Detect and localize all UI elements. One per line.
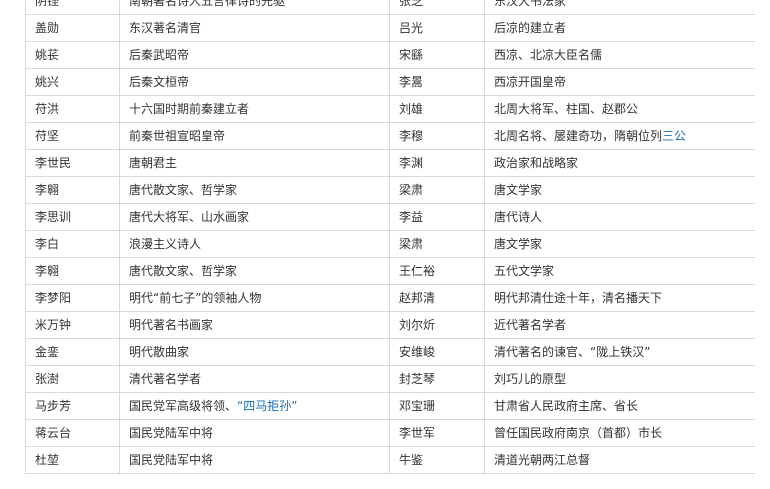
person-link[interactable]: 王仁裕	[389, 257, 485, 285]
table-row: 金銮 明代散曲家 安维峻 清代著名的谏官、“陇上铁汉”	[25, 338, 755, 366]
person-link[interactable]: 张澍	[25, 365, 120, 393]
san-gong-link[interactable]: 三公	[662, 129, 686, 143]
person-description: 明代“前七子”的领袖人物	[119, 284, 390, 312]
si-ma-ju-sun-link[interactable]: “四马拒孙”	[237, 399, 297, 413]
person-link[interactable]: 李暠	[389, 68, 485, 96]
person-link[interactable]: 梁肃	[389, 176, 485, 204]
table-row: 姚苌 后秦武昭帝 宋繇 西凉、北凉大臣名儒	[25, 41, 755, 69]
person-link[interactable]: 李翱	[25, 257, 120, 285]
person-link[interactable]: 李梦阳	[25, 284, 120, 312]
person-description: 东汉著名清官	[119, 14, 390, 42]
table-row: 李思训 唐代大将军、山水画家 李益 唐代诗人	[25, 203, 755, 231]
person-link[interactable]: 杜堃	[25, 446, 120, 474]
person-description: 南朝著名诗人五言律诗的先驱	[119, 0, 390, 15]
person-link[interactable]: 马步芳	[25, 392, 120, 420]
person-link[interactable]: 刘雄	[389, 95, 485, 123]
person-description: 五代文学家	[484, 257, 755, 285]
description-text: 北周名将、屡建奇功，隋朝位列	[494, 129, 663, 143]
table-row: 李白 浪漫主义诗人 梁肃 唐文学家	[25, 230, 755, 258]
table-row: 李梦阳 明代“前七子”的领袖人物 赵邦清 明代邦清仕途十年，清名播天下	[25, 284, 755, 312]
person-description: 国民党陆军中将	[119, 419, 390, 447]
person-description: 唐代诗人	[484, 203, 755, 231]
person-link[interactable]: 阴铿	[25, 0, 120, 15]
person-description: 十六国时期前秦建立者	[119, 95, 390, 123]
person-description: 浪漫主义诗人	[119, 230, 390, 258]
person-description: 国民党陆军中将	[119, 446, 390, 474]
person-link[interactable]: 米万钟	[25, 311, 120, 339]
table-row: 阴铿 南朝著名诗人五言律诗的先驱 张芝 东汉大书法家	[25, 0, 755, 15]
person-link[interactable]: 赵邦清	[389, 284, 485, 312]
person-description: 清代著名学者	[119, 365, 390, 393]
person-description: 后秦武昭帝	[119, 41, 390, 69]
person-description: 清代著名的谏官、“陇上铁汉”	[484, 338, 755, 366]
person-description: 甘肃省人民政府主席、省长	[484, 392, 755, 420]
table-row: 米万钟 明代著名书画家 刘尔炘 近代著名学者	[25, 311, 755, 339]
person-description: 国民党军高级将领、“四马拒孙”	[119, 392, 390, 420]
person-description: 北周名将、屡建奇功，隋朝位列三公	[484, 122, 755, 150]
table-row: 李翱 唐代散文家、哲学家 梁肃 唐文学家	[25, 176, 755, 204]
person-link[interactable]: 张芝	[389, 0, 485, 15]
person-link[interactable]: 李渊	[389, 149, 485, 177]
person-description: 西凉、北凉大臣名儒	[484, 41, 755, 69]
table-row: 蒋云台 国民党陆军中将 李世军 曾任国民政府南京（首都）市长	[25, 419, 755, 447]
person-description: 清道光朝两江总督	[484, 446, 755, 474]
person-description: 唐代大将军、山水画家	[119, 203, 390, 231]
person-link[interactable]: 李益	[389, 203, 485, 231]
description-text: 国民党军高级将领、	[129, 399, 238, 413]
table-row: 苻洪 十六国时期前秦建立者 刘雄 北周大将军、柱国、赵郡公	[25, 95, 755, 123]
person-link[interactable]: 邓宝珊	[389, 392, 485, 420]
person-link[interactable]: 刘尔炘	[389, 311, 485, 339]
table-row: 姚兴 后秦文桓帝 李暠 西凉开国皇帝	[25, 68, 755, 96]
person-link[interactable]: 李思训	[25, 203, 120, 231]
person-link[interactable]: 蒋云台	[25, 419, 120, 447]
person-description: 前秦世祖宣昭皇帝	[119, 122, 390, 150]
person-link[interactable]: 李白	[25, 230, 120, 258]
person-description: 明代著名书画家	[119, 311, 390, 339]
person-description: 后凉的建立者	[484, 14, 755, 42]
person-link[interactable]: 苻坚	[25, 122, 120, 150]
person-link[interactable]: 姚兴	[25, 68, 120, 96]
person-description: 唐文学家	[484, 176, 755, 204]
person-link[interactable]: 姚苌	[25, 41, 120, 69]
person-description: 东汉大书法家	[484, 0, 755, 15]
table-row: 杜堃 国民党陆军中将 牛鉴 清道光朝两江总督	[25, 446, 755, 474]
person-description: 明代邦清仕途十年，清名播天下	[484, 284, 755, 312]
person-link[interactable]: 牛鉴	[389, 446, 485, 474]
person-description: 唐代散文家、哲学家	[119, 176, 390, 204]
table-row: 苻坚 前秦世祖宣昭皇帝 李穆 北周名将、屡建奇功，隋朝位列三公	[25, 122, 755, 150]
person-link[interactable]: 李穆	[389, 122, 485, 150]
person-description: 唐朝君主	[119, 149, 390, 177]
person-link[interactable]: 安维峻	[389, 338, 485, 366]
person-description: 唐文学家	[484, 230, 755, 258]
person-link[interactable]: 李世军	[389, 419, 485, 447]
person-description: 唐代散文家、哲学家	[119, 257, 390, 285]
person-link[interactable]: 金銮	[25, 338, 120, 366]
person-description: 明代散曲家	[119, 338, 390, 366]
table-row: 李翱 唐代散文家、哲学家 王仁裕 五代文学家	[25, 257, 755, 285]
person-description: 政治家和战略家	[484, 149, 755, 177]
people-table: 阴铿 南朝著名诗人五言律诗的先驱 张芝 东汉大书法家 盖勋 东汉著名清官 吕光 …	[25, 0, 755, 474]
person-link[interactable]: 宋繇	[389, 41, 485, 69]
person-link[interactable]: 封芝琴	[389, 365, 485, 393]
table-row: 马步芳 国民党军高级将领、“四马拒孙” 邓宝珊 甘肃省人民政府主席、省长	[25, 392, 755, 420]
person-link[interactable]: 李翱	[25, 176, 120, 204]
person-link[interactable]: 梁肃	[389, 230, 485, 258]
person-description: 曾任国民政府南京（首都）市长	[484, 419, 755, 447]
person-link[interactable]: 苻洪	[25, 95, 120, 123]
person-description: 刘巧儿的原型	[484, 365, 755, 393]
table-row: 盖勋 东汉著名清官 吕光 后凉的建立者	[25, 14, 755, 42]
content-area: 阴铿 南朝著名诗人五言律诗的先驱 张芝 东汉大书法家 盖勋 东汉著名清官 吕光 …	[25, 0, 755, 489]
person-description: 西凉开国皇帝	[484, 68, 755, 96]
table-row: 张澍 清代著名学者 封芝琴 刘巧儿的原型	[25, 365, 755, 393]
person-link[interactable]: 吕光	[389, 14, 485, 42]
person-link[interactable]: 盖勋	[25, 14, 120, 42]
person-description: 北周大将军、柱国、赵郡公	[484, 95, 755, 123]
description-link[interactable]: 后秦文桓帝	[119, 68, 390, 96]
person-link[interactable]: 李世民	[25, 149, 120, 177]
person-description: 近代著名学者	[484, 311, 755, 339]
table-row: 李世民 唐朝君主 李渊 政治家和战略家	[25, 149, 755, 177]
